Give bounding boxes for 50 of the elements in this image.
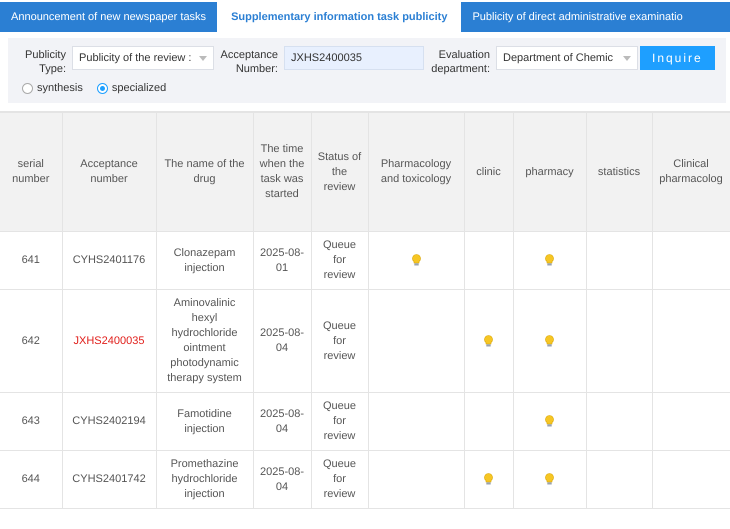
input-field[interactable]: JXHS2400035: [284, 46, 424, 70]
lightbulb-icon: [545, 473, 554, 486]
table-cell: JXHS2400035: [62, 290, 156, 392]
tab[interactable]: Announcement of new newspaper tasks: [0, 2, 218, 32]
column-header: statistics: [586, 112, 652, 232]
column-header: Clinical pharmacolog: [652, 112, 730, 232]
table-cell: Famotidine injection: [156, 392, 253, 450]
table-cell: 643: [0, 392, 62, 450]
table-cell: CYHS2401742: [62, 450, 156, 508]
field-label: Publicity Type:: [24, 48, 66, 76]
field-label: Evaluation department:: [430, 48, 490, 76]
caret-icon: [199, 56, 207, 60]
table-cell: Queue for review: [311, 450, 368, 508]
table-cell: Queue for review: [311, 290, 368, 392]
table-cell: Promethazine hydrochloride injection: [156, 450, 253, 508]
table-cell: Aminovalinic hexyl hydrochloride ointment photodynamic therapy system: [156, 290, 253, 392]
radio-option[interactable]: synthesis: [22, 82, 83, 94]
table-cell: 644: [0, 450, 62, 508]
column-header: Status of the review: [311, 112, 368, 232]
table-cell: 2025-08-04: [253, 450, 311, 508]
table-cell: Queue for review: [311, 392, 368, 450]
lightbulb-icon: [484, 334, 493, 347]
table-cell: 641: [0, 232, 62, 290]
lightbulb-icon: [412, 254, 420, 266]
table-cell: 2025-08-04: [253, 392, 311, 450]
radio-option[interactable]: specialized: [96, 82, 166, 94]
lightbulb-icon: [545, 415, 554, 428]
dropdown[interactable]: Publicity of the review :: [72, 46, 214, 70]
lightbulb-icon: [484, 473, 493, 486]
field-label: Acceptance Number:: [220, 48, 278, 76]
column-header: serial number: [0, 112, 62, 232]
table-cell: Queue for review: [311, 232, 368, 290]
table-cell: 2025-08-01: [253, 232, 311, 290]
table-cell: CYHS2401176: [62, 232, 156, 290]
column-header: The time when the task was started: [253, 112, 311, 232]
lightbulb-icon: [545, 334, 554, 347]
tab[interactable]: Supplementary information task publicity: [217, 2, 462, 32]
column-header: The name of the drug: [156, 112, 253, 232]
table-cell: Clonazepam injection: [156, 232, 253, 290]
table-cell: 642: [0, 290, 62, 392]
caret-icon: [623, 56, 631, 60]
lightbulb-icon: [545, 254, 554, 266]
table-cell: CYHS2402194: [62, 392, 156, 450]
tab[interactable]: Publicity of direct administrative examinatio: [461, 2, 694, 32]
column-header: pharmacy: [513, 112, 586, 232]
column-header: Pharmacology and toxicology: [368, 112, 464, 232]
table-cell: 2025-08-04: [253, 290, 311, 392]
column-header: clinic: [464, 112, 513, 232]
dropdown[interactable]: Department of Chemic: [496, 46, 638, 70]
column-header: Acceptance number: [62, 112, 156, 232]
